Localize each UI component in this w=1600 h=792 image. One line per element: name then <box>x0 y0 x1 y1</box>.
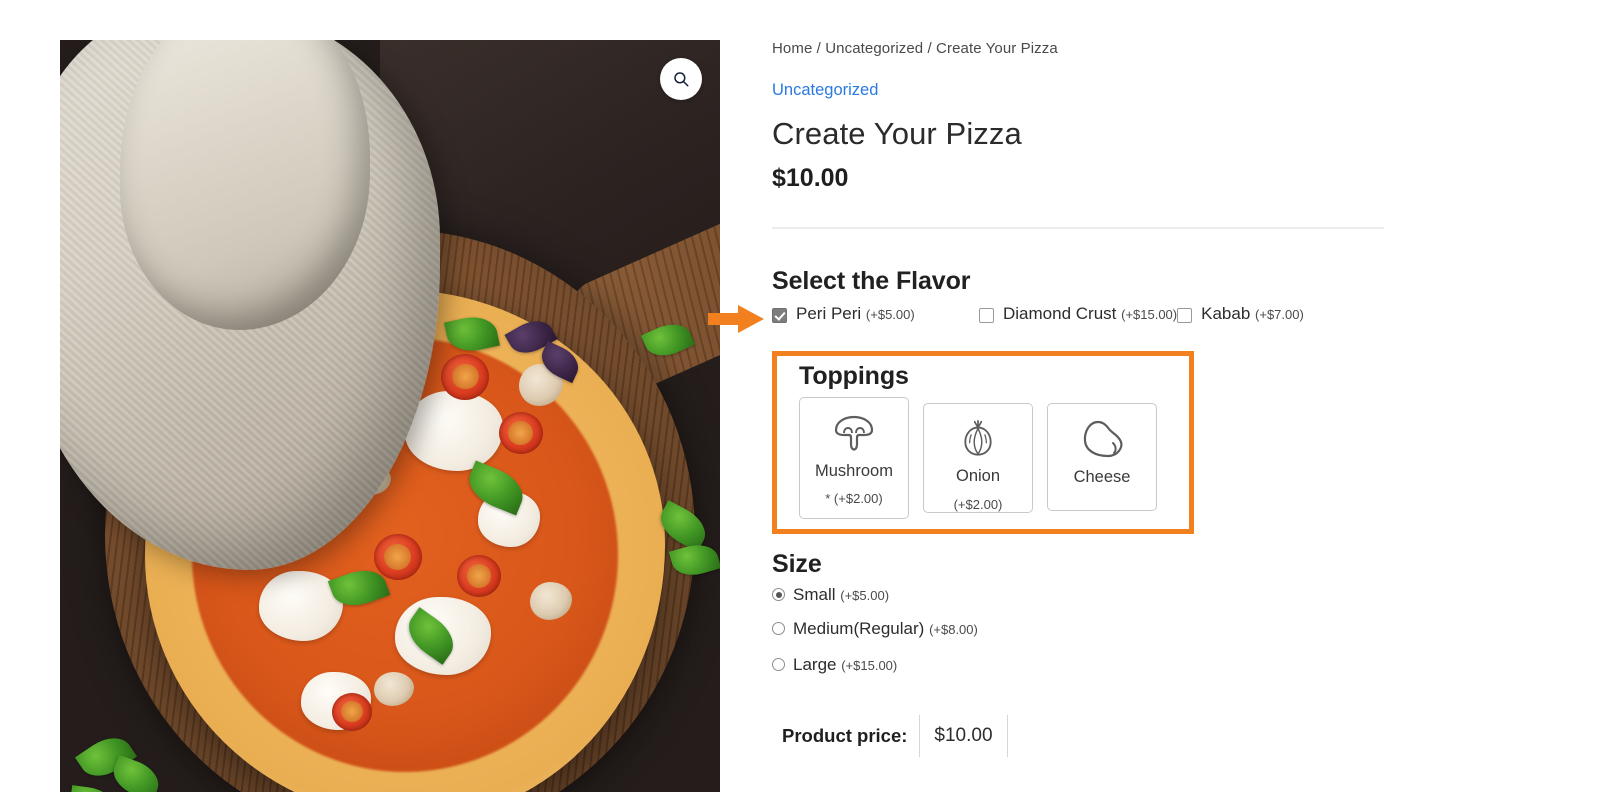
flavor-heading: Select the Flavor <box>772 267 971 295</box>
flavor-name: Kabab <box>1201 304 1251 323</box>
toppings-section-highlight: Toppings Mushroom * (+$2.00) Onion (+$2.… <box>772 350 1194 534</box>
page-title: Create Your Pizza <box>772 116 1022 151</box>
topping-price-onion: (+$2.00) <box>953 496 1003 512</box>
topping-name-mushroom: Mushroom <box>815 461 893 480</box>
flavor-option-diamond-crust[interactable]: Diamond Crust (+$15.00) <box>979 302 1177 327</box>
breadcrumb[interactable]: Home / Uncategorized / Create Your Pizza <box>772 40 1562 57</box>
flavor-label-peri-peri: Peri Peri (+$5.00) <box>796 302 915 327</box>
size-section: Size Small (+$5.00) Medium(Regular) (+$8… <box>772 550 1562 675</box>
size-name: Large <box>793 654 837 674</box>
flavor-checkbox-peri-peri[interactable] <box>772 308 787 323</box>
breadcrumb-text: Home / Uncategorized / Create Your Pizza <box>772 40 1058 57</box>
divider <box>772 227 1384 229</box>
size-price: (+$15.00) <box>841 657 898 673</box>
flavor-checkbox-diamond-crust[interactable] <box>979 308 994 323</box>
size-radio-medium[interactable] <box>772 622 785 636</box>
size-option-medium[interactable]: Medium(Regular) (+$8.00) <box>772 619 1562 639</box>
size-option-small[interactable]: Small (+$5.00) <box>772 585 1562 605</box>
flavor-option-kabab[interactable]: Kabab (+$7.00) <box>1177 302 1304 327</box>
product-photo <box>60 40 720 792</box>
topping-card-onion[interactable]: Onion (+$2.00) <box>923 402 1033 513</box>
product-summary: Home / Uncategorized / Create Your Pizza… <box>708 40 1562 757</box>
size-radio-small[interactable] <box>772 588 785 602</box>
flavor-option-peri-peri[interactable]: Peri Peri (+$5.00) <box>772 302 979 327</box>
arrow-right-icon <box>708 305 764 333</box>
product-gallery[interactable] <box>60 40 720 792</box>
search-icon <box>674 72 689 87</box>
toppings-heading: Toppings <box>799 361 909 390</box>
size-price: (+$5.00) <box>840 587 890 603</box>
cheese-icon <box>1083 420 1123 457</box>
topping-name-cheese: Cheese <box>1073 467 1131 486</box>
onion-icon <box>964 419 992 456</box>
size-price: (+$8.00) <box>929 621 978 637</box>
toppings-options: Mushroom * (+$2.00) Onion (+$2.00) Chees… <box>799 396 1189 519</box>
flavor-price: (+$7.00) <box>1255 307 1304 322</box>
size-name: Small <box>793 584 836 604</box>
product-price-table: Product price: $10.00 <box>772 714 1562 757</box>
product-price-label: Product price: <box>782 724 908 746</box>
flavor-name: Peri Peri <box>796 304 862 323</box>
zoom-image-button[interactable] <box>660 58 702 100</box>
annotation-arrow <box>708 305 764 333</box>
size-radio-large[interactable] <box>772 658 785 672</box>
flavor-label-kabab: Kabab (+$7.00) <box>1201 302 1304 327</box>
size-name: Medium(Regular) <box>793 618 925 638</box>
product-page: Home / Uncategorized / Create Your Pizza… <box>0 0 1600 792</box>
product-price: $10.00 <box>772 164 849 192</box>
flavor-price: (+$5.00) <box>865 307 915 322</box>
topping-card-cheese[interactable]: Cheese <box>1047 402 1157 511</box>
flavor-price: (+$15.00) <box>1121 307 1178 322</box>
flavor-label-diamond-crust: Diamond Crust (+$15.00) <box>1003 302 1177 327</box>
mushroom-icon <box>834 415 874 451</box>
size-label-large: Large (+$15.00) <box>793 655 897 675</box>
flavor-name: Diamond Crust <box>1003 304 1117 323</box>
category-link[interactable]: Uncategorized <box>772 81 878 100</box>
size-option-large[interactable]: Large (+$15.00) <box>772 655 1562 675</box>
topping-card-mushroom[interactable]: Mushroom * (+$2.00) <box>799 396 909 519</box>
size-label-small: Small (+$5.00) <box>793 585 889 605</box>
product-price-value: $10.00 <box>919 714 1008 757</box>
flavor-options: Peri Peri (+$5.00) Diamond Crust (+$15.0… <box>708 302 1562 333</box>
topping-name-onion: Onion <box>955 466 1001 485</box>
flavor-checkbox-kabab[interactable] <box>1177 308 1193 323</box>
topping-price-mushroom: * (+$2.00) <box>825 491 883 507</box>
size-heading: Size <box>772 549 822 578</box>
size-label-medium: Medium(Regular) (+$8.00) <box>793 619 978 639</box>
